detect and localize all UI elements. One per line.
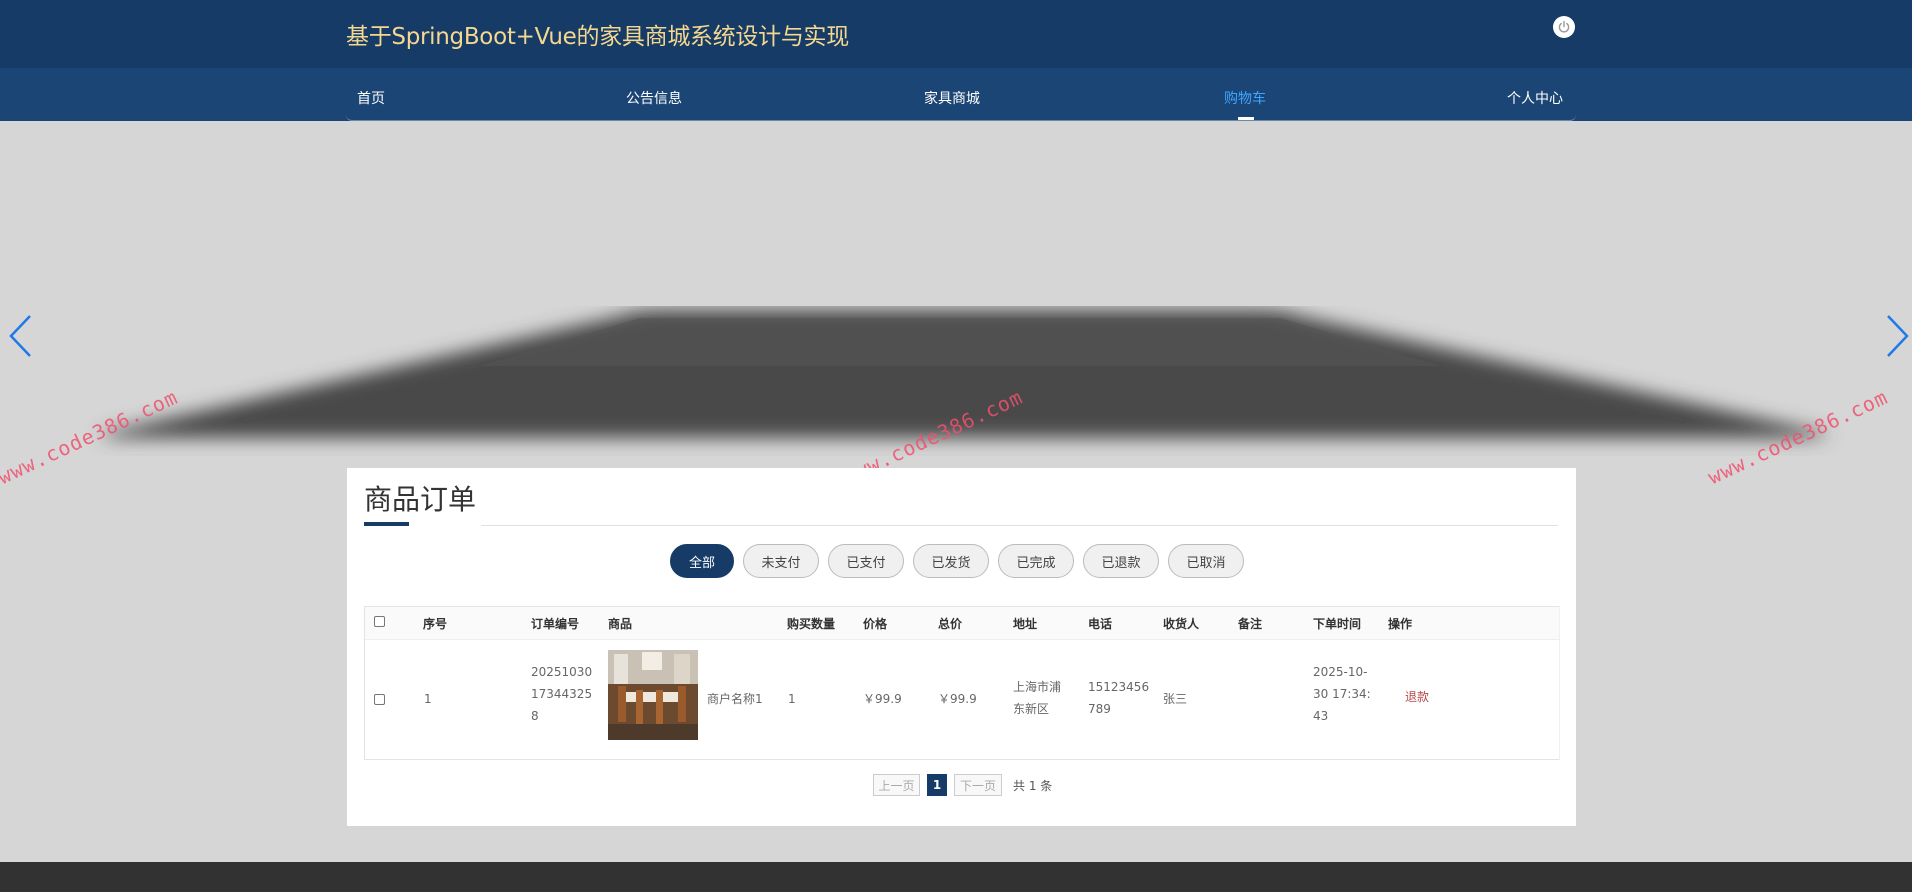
column-header: 下单时间: [1313, 617, 1362, 631]
column-header: 价格: [863, 617, 888, 631]
column-header: 备注: [1238, 617, 1263, 631]
price: ￥99.9: [863, 692, 902, 706]
total-price: ￥99.9: [938, 692, 977, 706]
table-row: 1 20251030 17344325 8 商户名称1 1 ￥99.9 ￥99.…: [365, 639, 1559, 760]
row-index: 1: [424, 692, 432, 706]
next-page-button[interactable]: 下一页: [954, 774, 1002, 796]
pagination: 上一页 1 下一页 共 1 条: [347, 774, 1576, 796]
order-number-line: 8: [531, 709, 539, 723]
select-all-checkbox[interactable]: [374, 616, 385, 627]
total-count: 共 1 条: [1013, 779, 1053, 793]
filter-all-button[interactable]: 全部: [670, 544, 734, 578]
order-number-line: 17344325: [531, 687, 593, 701]
filter-paid-button[interactable]: 已支付: [828, 544, 904, 578]
column-header: 操作: [1388, 617, 1413, 631]
table-header: 序号 订单编号 商品 购买数量 价格 总价 地址 电话 收货人 备注 下单时间 …: [365, 606, 1559, 640]
orders-panel: 商品订单 全部 未支付 已支付 已发货 已完成 已退款 已取消 序号 订单编号 …: [347, 468, 1576, 826]
top-header: 基于SpringBoot+Vue的家具商城系统设计与实现: [0, 0, 1912, 68]
column-header: 地址: [1013, 617, 1038, 631]
order-time-line: 43: [1313, 709, 1329, 723]
chevron-right-icon: [1887, 315, 1909, 357]
title-divider: [481, 525, 1558, 526]
nav-item-home[interactable]: 首页: [357, 88, 385, 108]
quantity: 1: [788, 692, 796, 706]
order-number: 20251030 17344325 8: [531, 661, 592, 727]
active-nav-indicator: [1238, 117, 1254, 120]
product-name: 商户名称1: [707, 692, 763, 706]
order-time-line: 30 17:34:: [1313, 687, 1371, 701]
address-line: 上海市浦: [1013, 680, 1062, 694]
column-header: 总价: [938, 617, 963, 631]
row-checkbox[interactable]: [374, 694, 385, 705]
column-header: 商品: [608, 617, 633, 631]
filter-cancelled-button[interactable]: 已取消: [1168, 544, 1244, 578]
prev-page-button[interactable]: 上一页: [873, 774, 920, 796]
filter-unpaid-button[interactable]: 未支付: [743, 544, 819, 578]
nav-item-notices[interactable]: 公告信息: [626, 88, 682, 108]
column-header: 电话: [1088, 617, 1113, 631]
phone-line: 789: [1088, 702, 1111, 716]
power-icon[interactable]: [1553, 16, 1575, 38]
refund-button[interactable]: 退款: [1405, 686, 1429, 708]
nav-item-profile[interactable]: 个人中心: [1507, 88, 1563, 108]
phone: 15123456 789: [1088, 676, 1149, 720]
title-accent-bar: [364, 522, 409, 526]
address-line: 东新区: [1013, 702, 1050, 716]
nav-item-furniture-mall[interactable]: 家具商城: [924, 88, 980, 108]
filter-refunded-button[interactable]: 已退款: [1083, 544, 1159, 578]
product-image[interactable]: [608, 650, 698, 740]
chevron-left-icon: [9, 315, 31, 357]
footer: [0, 862, 1912, 892]
column-header: 订单编号: [531, 617, 580, 631]
order-time-line: 2025-10-: [1313, 665, 1368, 679]
column-header: 收货人: [1163, 617, 1200, 631]
carousel-prev-button[interactable]: [6, 311, 36, 361]
order-time: 2025-10- 30 17:34: 43: [1313, 661, 1371, 727]
nav-inner: 首页 公告信息 家具商城 购物车 个人中心: [346, 68, 1576, 121]
filter-completed-button[interactable]: 已完成: [998, 544, 1074, 578]
carousel-next-button[interactable]: [1882, 311, 1912, 361]
order-number-line: 20251030: [531, 665, 593, 679]
receiver: 张三: [1163, 692, 1188, 706]
phone-line: 15123456: [1088, 680, 1150, 694]
column-header: 序号: [423, 617, 448, 631]
filter-shipped-button[interactable]: 已发货: [913, 544, 989, 578]
column-header: 购买数量: [787, 617, 836, 631]
page-title: 商品订单: [364, 483, 477, 516]
current-page[interactable]: 1: [927, 774, 947, 796]
address: 上海市浦 东新区: [1013, 676, 1061, 720]
site-title: 基于SpringBoot+Vue的家具商城系统设计与实现: [346, 24, 849, 50]
nav-item-cart[interactable]: 购物车: [1224, 88, 1266, 108]
orders-table: 序号 订单编号 商品 购买数量 价格 总价 地址 电话 收货人 备注 下单时间 …: [364, 606, 1560, 760]
nav-bar: 首页 公告信息 家具商城 购物车 个人中心: [0, 68, 1912, 121]
